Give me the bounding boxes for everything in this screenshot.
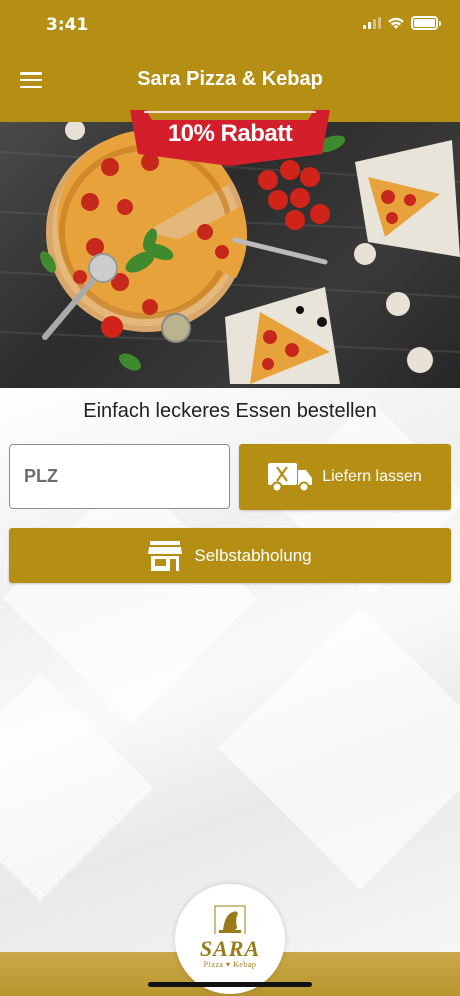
battery-icon: [411, 16, 441, 30]
pickup-button[interactable]: Selbstabholung: [9, 528, 451, 583]
tagline: Einfach leckeres Essen bestellen: [83, 400, 377, 422]
plz-field[interactable]: [9, 444, 265, 509]
home-indicator: [148, 982, 312, 987]
discount-label: 10% Rabatt: [167, 120, 293, 147]
store-icon: [148, 540, 183, 571]
status-icons: [363, 16, 441, 30]
pickup-button-label: Selbstabholung: [194, 545, 312, 565]
delivery-truck-icon: [268, 463, 313, 493]
brand-logo[interactable]: SARA Pizza ▾ Kebap: [175, 884, 285, 994]
status-time: 3:41: [46, 15, 89, 35]
logo-name: SARA: [199, 936, 261, 961]
app-header: 3:41 Sara Pizza & Kebap: [0, 0, 460, 122]
delivery-button[interactable]: Liefern lassen: [239, 444, 451, 510]
page-title: Sara Pizza & Kebap: [137, 68, 323, 90]
signal-icon: [363, 17, 381, 29]
discount-ribbon: 10% Rabatt: [130, 110, 330, 166]
logo-subline: Pizza ▾ Kebap: [203, 960, 257, 969]
delivery-button-label: Liefern lassen: [322, 468, 422, 485]
wifi-icon: [388, 17, 404, 29]
plz-input[interactable]: [24, 466, 265, 487]
